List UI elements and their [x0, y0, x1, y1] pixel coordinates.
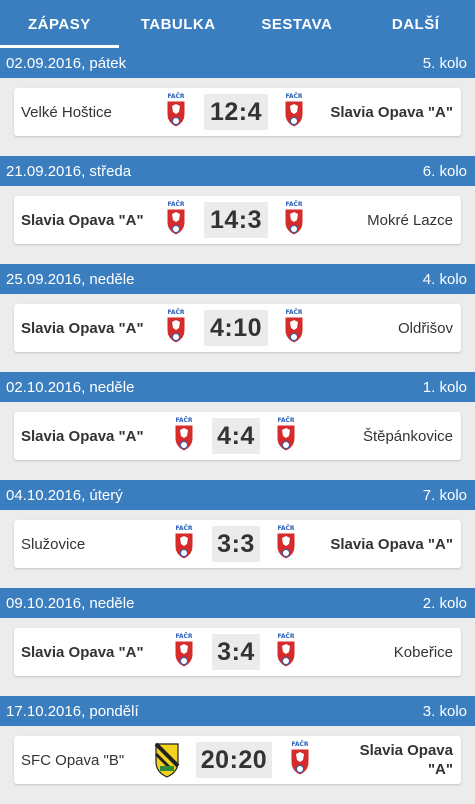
- tab-bar: ZÁPASY TABULKA SESTAVA DALŠÍ: [0, 0, 475, 48]
- facr-crest-icon: FAČR: [274, 416, 298, 456]
- match-round: 6. kolo: [422, 162, 467, 180]
- svg-text:FAČR: FAČR: [175, 633, 192, 640]
- sfc-opava-crest-icon: [152, 740, 182, 780]
- match-date: 21.09.2016, středa: [6, 162, 132, 180]
- home-team: Velké Hoštice: [21, 103, 112, 121]
- score: 14:3: [204, 202, 268, 238]
- home-team: SFC Opava "B": [21, 751, 125, 769]
- svg-text:FAČR: FAČR: [291, 741, 308, 748]
- home-team: Slavia Opava "A": [21, 211, 144, 229]
- match-header: 02.10.2016, neděle 1. kolo: [0, 372, 475, 402]
- match-card[interactable]: Slavia Opava "A" FAČR 3:4 FAČR Kobeřice: [14, 628, 461, 676]
- home-team: Slavia Opava "A": [21, 643, 144, 661]
- match-date: 02.10.2016, neděle: [6, 378, 135, 396]
- match-list: 02.09.2016, pátek 5. kolo Velké Hoštice …: [0, 48, 475, 800]
- match-group: 02.09.2016, pátek 5. kolo Velké Hoštice …: [0, 48, 475, 156]
- match-card[interactable]: Slavia Opava "A" FAČR 4:10 FAČR Oldřišov: [14, 304, 461, 352]
- score: 3:3: [212, 526, 260, 562]
- match-group: 21.09.2016, středa 6. kolo Slavia Opava …: [0, 156, 475, 264]
- match-card[interactable]: Velké Hoštice FAČR 12:4 FAČR Slavia Opav…: [14, 88, 461, 136]
- match-date: 04.10.2016, úterý: [6, 486, 123, 504]
- facr-crest-icon: FAČR: [164, 308, 188, 348]
- away-team-line1: Slavia Opava: [359, 742, 453, 759]
- match-header: 02.09.2016, pátek 5. kolo: [0, 48, 475, 78]
- match-date: 02.09.2016, pátek: [6, 54, 127, 72]
- match-header: 25.09.2016, neděle 4. kolo: [0, 264, 475, 294]
- svg-text:FAČR: FAČR: [285, 309, 302, 316]
- match-round: 2. kolo: [422, 594, 467, 612]
- match-card[interactable]: Slavia Opava "A" FAČR 14:3 FAČR Mokré La…: [14, 196, 461, 244]
- tab-dalsi[interactable]: DALŠÍ: [356, 0, 475, 48]
- match-date: 25.09.2016, neděle: [6, 270, 135, 288]
- away-team: Oldřišov: [397, 319, 453, 337]
- svg-text:FAČR: FAČR: [285, 201, 302, 208]
- away-team: Slavia Opava "A": [330, 103, 453, 121]
- tab-tabulka[interactable]: TABULKA: [119, 0, 238, 48]
- match-header: 21.09.2016, středa 6. kolo: [0, 156, 475, 186]
- match-header: 04.10.2016, úterý 7. kolo: [0, 480, 475, 510]
- away-team: Mokré Lazce: [367, 211, 453, 229]
- match-date: 09.10.2016, neděle: [6, 594, 135, 612]
- svg-text:FAČR: FAČR: [175, 417, 192, 424]
- facr-crest-icon: FAČR: [274, 524, 298, 564]
- facr-crest-icon: FAČR: [282, 92, 306, 132]
- away-team: Štěpánkovice: [362, 427, 453, 445]
- home-team: Slavia Opava "A": [21, 427, 144, 445]
- match-group: 25.09.2016, neděle 4. kolo Slavia Opava …: [0, 264, 475, 372]
- away-team-line2: "A": [427, 761, 453, 778]
- match-round: 3. kolo: [422, 702, 467, 720]
- home-team: Slavia Opava "A": [21, 319, 144, 337]
- svg-text:FAČR: FAČR: [167, 93, 184, 100]
- facr-crest-icon: FAČR: [274, 632, 298, 672]
- away-team: Slavia Opava "A": [360, 736, 453, 784]
- match-round: 4. kolo: [422, 270, 467, 288]
- facr-crest-icon: FAČR: [172, 416, 196, 456]
- svg-text:FAČR: FAČR: [167, 201, 184, 208]
- match-group: 04.10.2016, úterý 7. kolo Služovice FAČR…: [0, 480, 475, 588]
- svg-text:FAČR: FAČR: [277, 633, 294, 640]
- score: 4:10: [204, 310, 268, 346]
- match-round: 1. kolo: [422, 378, 467, 396]
- match-round: 5. kolo: [422, 54, 467, 72]
- score: 12:4: [204, 94, 268, 130]
- svg-text:FAČR: FAČR: [277, 525, 294, 532]
- match-group: 17.10.2016, pondělí 3. kolo SFC Opava "B…: [0, 696, 475, 804]
- match-card[interactable]: Služovice FAČR 3:3 FAČR Slavia Opava "A": [14, 520, 461, 568]
- facr-crest-icon: FAČR: [172, 632, 196, 672]
- tab-zapasy[interactable]: ZÁPASY: [0, 0, 119, 48]
- facr-crest-icon: FAČR: [288, 740, 312, 780]
- match-group: 09.10.2016, neděle 2. kolo Slavia Opava …: [0, 588, 475, 696]
- facr-crest-icon: FAČR: [164, 200, 188, 240]
- match-header: 09.10.2016, neděle 2. kolo: [0, 588, 475, 618]
- svg-text:FAČR: FAČR: [167, 309, 184, 316]
- svg-text:FAČR: FAČR: [175, 525, 192, 532]
- facr-crest-icon: FAČR: [172, 524, 196, 564]
- match-card[interactable]: Slavia Opava "A" FAČR 4:4 FAČR Štěpánkov…: [14, 412, 461, 460]
- score: 3:4: [212, 634, 260, 670]
- match-card[interactable]: SFC Opava "B" 20:20 FAČR Slavia Opava "A…: [14, 736, 461, 784]
- score: 20:20: [196, 742, 272, 778]
- match-header: 17.10.2016, pondělí 3. kolo: [0, 696, 475, 726]
- score: 4:4: [212, 418, 260, 454]
- away-team: Kobeřice: [393, 643, 453, 661]
- facr-crest-icon: FAČR: [164, 92, 188, 132]
- svg-text:FAČR: FAČR: [285, 93, 302, 100]
- facr-crest-icon: FAČR: [282, 200, 306, 240]
- home-team: Služovice: [21, 535, 86, 553]
- away-team: Slavia Opava "A": [330, 535, 453, 553]
- match-group: 02.10.2016, neděle 1. kolo Slavia Opava …: [0, 372, 475, 480]
- facr-crest-icon: FAČR: [282, 308, 306, 348]
- tab-sestava[interactable]: SESTAVA: [238, 0, 357, 48]
- svg-text:FAČR: FAČR: [277, 417, 294, 424]
- match-round: 7. kolo: [422, 486, 467, 504]
- match-date: 17.10.2016, pondělí: [6, 702, 139, 720]
